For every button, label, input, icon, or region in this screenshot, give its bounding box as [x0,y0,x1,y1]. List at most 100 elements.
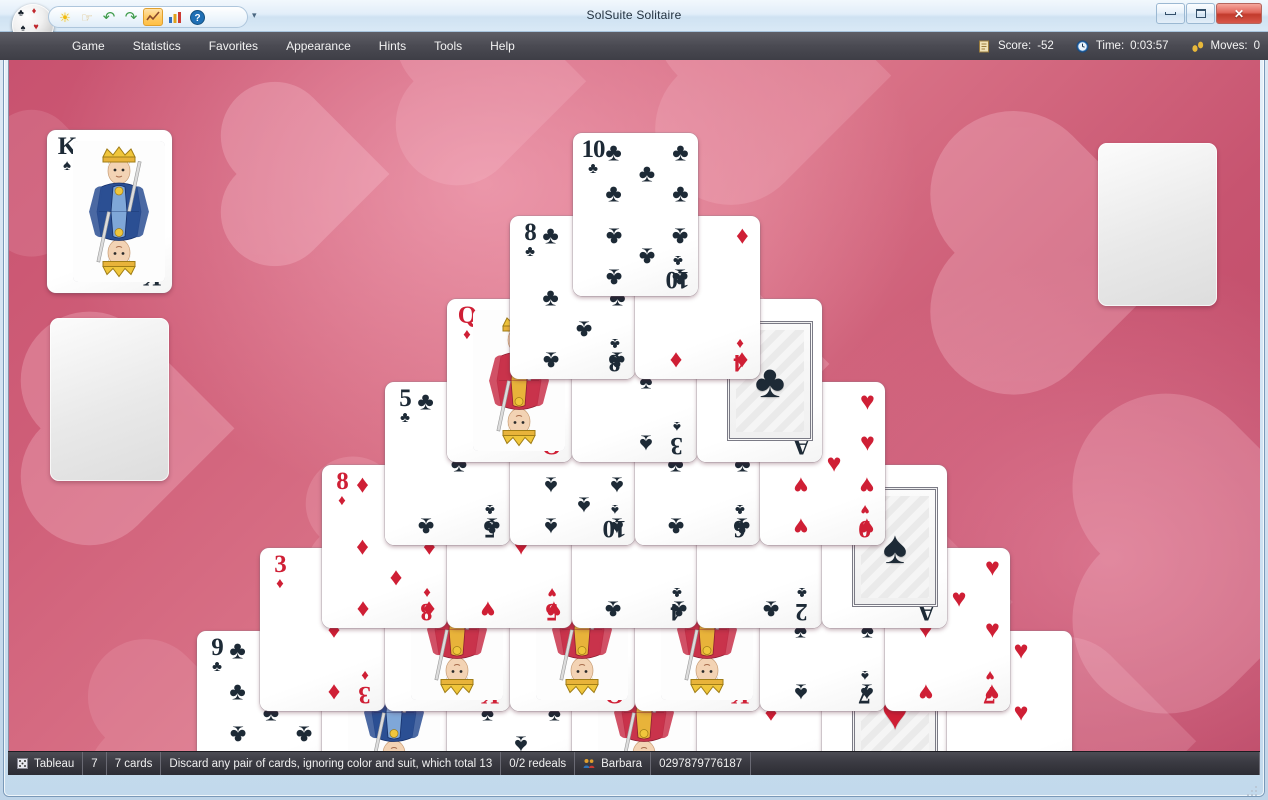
menu-item-appearance[interactable]: Appearance [272,32,365,60]
bar-chart-icon[interactable] [165,8,185,26]
score-icon [978,39,992,53]
card-pip: ♦ [384,566,408,591]
clock-icon [1076,39,1090,53]
card-pip: ♦ [351,472,375,497]
menu-item-hints[interactable]: Hints [365,32,420,60]
card-pip: ♥ [855,389,879,414]
undo-icon[interactable]: ↶ [99,8,119,26]
time-label: Time: [1096,40,1124,52]
card-pip: ♠ [634,431,658,456]
card-pip: ♦ [417,597,441,622]
card-pip: ♣ [602,223,626,248]
card-pip: ♣ [226,680,250,705]
score-indicator: Score: -52 [978,39,1054,53]
card-pip: ♥ [980,555,1004,580]
card-pip: ♣ [668,182,692,207]
card-pip: ♥ [855,472,879,497]
status-bar: Tableau 7 7 cards Discard any pair of ca… [8,751,1260,775]
close-icon: ✕ [1234,8,1244,20]
stock-empty-slot[interactable] [50,318,169,481]
card-pip: ♣ [226,721,250,746]
status-pile-index: 7 [83,752,106,775]
card-pip: ♥ [914,680,938,705]
card-pip: ♥ [947,586,971,611]
menu-item-statistics[interactable]: Statistics [119,32,195,60]
resize-grip[interactable] [1246,785,1258,797]
card-pip: ♣ [572,317,596,342]
card-pip: ♥ [1009,701,1033,726]
game-status-indicators: Score: -52 Time: 0:03:57 [978,32,1260,60]
menu-item-game[interactable]: Game [58,32,119,60]
card-pip: ♣ [539,286,563,311]
maximize-button[interactable] [1186,3,1215,24]
status-pile-label: Tableau [34,758,74,770]
redo-icon[interactable]: ↷ [121,8,141,26]
status-player-name: Barbara [601,758,642,770]
card-pip: ♣ [414,389,438,414]
tableau-icon [16,758,28,770]
new-game-icon[interactable]: ☀ [55,8,75,26]
heart-shape [237,98,390,251]
card-pip: ♥ [789,472,813,497]
card-pip: ♥ [789,514,813,539]
game-board[interactable]: 9♣9♣♣♣♣♣♣♣♣♣♣J♣J♣ 8♠8♠♠♠♠♠♠♠♠♠J♥J♥ [8,60,1260,751]
card-pip: ♣ [602,182,626,207]
moves-icon [1191,39,1205,53]
restart-icon[interactable]: ☞ [77,8,97,26]
card-10-of-clubs[interactable]: 10♣10♣♣♣♣♣♣♣♣♣♣♣ [573,133,698,296]
score-value: -52 [1037,40,1054,52]
heart-shape [678,60,892,182]
menu-bar: Game Statistics Favorites Appearance Hin… [0,32,1268,60]
card-pip: ♠ [605,514,629,539]
menu-item-help[interactable]: Help [476,32,529,60]
time-value: 0:03:57 [1130,40,1168,52]
card-pip: ♠ [539,514,563,539]
application-window: SolSuite Solitaire ♣ ♦ ♠ ♥ ☀ ☞ ↶ ↷ [0,0,1268,800]
card-pip: ♣ [539,223,563,248]
help-icon[interactable]: ? [187,8,207,26]
card-pip: ♣ [414,514,438,539]
foundation-empty-slot[interactable] [1098,143,1217,306]
card-pip: ♣ [635,161,659,186]
card-pip: ♦ [322,680,346,705]
player-icon [583,758,595,770]
heart-shape [414,60,587,168]
card-pip: ♣ [668,265,692,290]
card-pip: ♥ [1009,638,1033,663]
window-controls: ✕ [1156,3,1262,24]
card-pip: ♣ [668,140,692,165]
menu-items: Game Statistics Favorites Appearance Hin… [58,32,529,60]
card-pip: ♦ [730,223,754,248]
statistics-graph-icon[interactable] [143,8,163,26]
moves-indicator: Moves: 0 [1191,39,1260,53]
card-pip: ♦ [351,597,375,622]
card-pip: ♣ [605,348,629,373]
toolbar-overflow-icon[interactable]: ▾ [252,10,257,21]
card-pip: ♥ [476,597,500,622]
menu-item-tools[interactable]: Tools [420,32,476,60]
card-pip: ♣ [667,597,691,622]
time-indicator: Time: 0:03:57 [1076,39,1169,53]
card-pip: ♦ [664,348,688,373]
minimize-button[interactable] [1156,3,1185,24]
card-pip-layout: ♣♣♣♣♣♣♣♣♣♣ [603,141,691,289]
card-pip: ♣ [759,597,783,622]
card-pip: ♣ [635,244,659,269]
waste-card-king-of-spades[interactable]: K♠K♠ [47,130,172,293]
quick-access-toolbar[interactable]: ☀ ☞ ↶ ↷ ? [48,6,248,28]
card-pip: ♣ [664,514,688,539]
card-pip: ♥ [542,597,566,622]
card-pip: ♣ [226,638,250,663]
card-pip: ♥ [980,680,1004,705]
card-pip: ♥ [822,452,846,477]
court-card-art [73,141,165,282]
status-rule-text: Discard any pair of cards, ignoring colo… [161,752,501,775]
moves-label: Moves: [1211,40,1248,52]
menu-item-favorites[interactable]: Favorites [195,32,272,60]
close-button[interactable]: ✕ [1216,3,1262,24]
svg-text:?: ? [194,13,200,24]
card-pip: ♦ [351,535,375,560]
score-label: Score: [998,40,1031,52]
card-pip: ♣ [730,514,754,539]
status-deal-number: 0297879776187 [651,752,751,775]
